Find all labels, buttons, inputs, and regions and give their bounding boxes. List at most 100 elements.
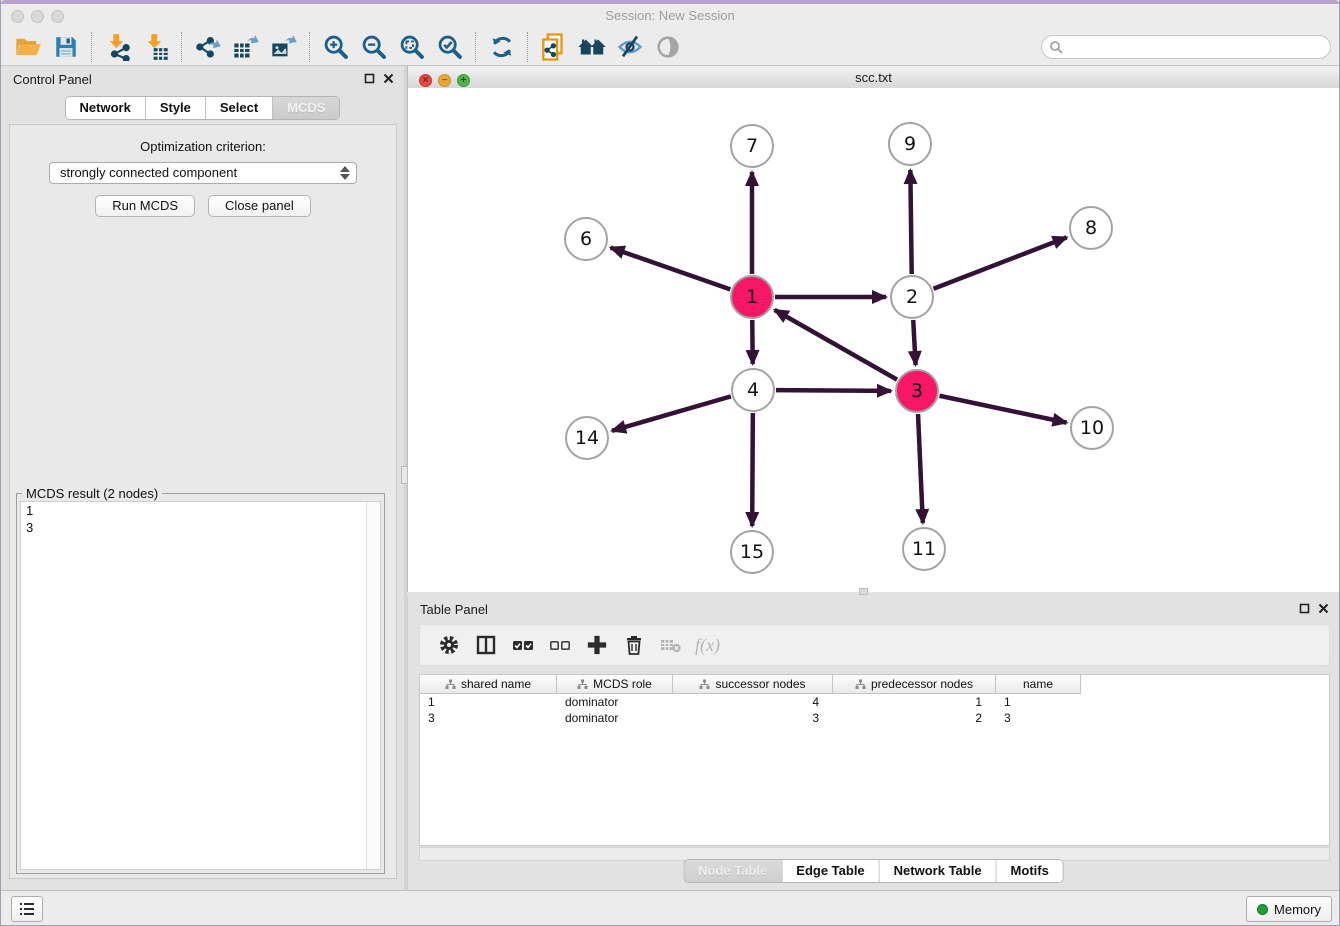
graph-node-label: 7 xyxy=(746,135,758,157)
export-image-icon[interactable] xyxy=(265,30,303,64)
criterion-dropdown[interactable]: strongly connected component xyxy=(49,162,357,184)
graph-node-10[interactable]: 10 xyxy=(1070,406,1114,450)
tab-network-table[interactable]: Network Table xyxy=(880,860,997,882)
graph-edge-4-14[interactable] xyxy=(612,396,731,430)
tab-style[interactable]: Style xyxy=(146,97,206,119)
mcds-result-item: 1 xyxy=(21,502,380,519)
column-header-successor-nodes[interactable]: successor nodes xyxy=(673,675,833,694)
search-input[interactable] xyxy=(1041,35,1331,59)
graph-edge-4-15[interactable] xyxy=(752,413,753,526)
result-scrollbar[interactable] xyxy=(366,502,380,869)
task-history-button[interactable] xyxy=(11,896,43,922)
table-cell[interactable]: 3 xyxy=(673,710,833,726)
deselect-all-icon[interactable] xyxy=(541,628,578,662)
table-row[interactable]: 1dominator411 xyxy=(420,694,1329,710)
graph-node-3[interactable]: 3 xyxy=(895,369,939,413)
graph-edge-1-6[interactable] xyxy=(611,248,731,290)
table-header: shared name MCDS role successor nodes prede… xyxy=(420,675,1329,694)
tab-network[interactable]: Network xyxy=(66,97,146,119)
table-mode-gear-icon[interactable] xyxy=(430,628,467,662)
column-header-name[interactable]: name xyxy=(996,675,1081,694)
table-panel: Table Panel xyxy=(407,596,1339,891)
close-panel-button[interactable]: Close panel xyxy=(208,195,311,217)
table-cell[interactable]: dominator xyxy=(557,710,673,726)
network-canvas[interactable]: 1 2 3 4 6 7 8 9 10 11 14 15 xyxy=(408,88,1339,592)
column-header-label: MCDS role xyxy=(593,677,652,691)
table-row[interactable]: 3dominator323 xyxy=(420,710,1329,726)
graph-node-2[interactable]: 2 xyxy=(890,275,934,319)
graph-node-label: 8 xyxy=(1085,217,1097,239)
hide-selected-icon[interactable] xyxy=(611,30,649,64)
table-cell[interactable]: dominator xyxy=(557,694,673,710)
status-bar: Memory xyxy=(1,890,1339,925)
mcds-result-list[interactable]: 13 xyxy=(20,501,381,870)
zoom-out-icon[interactable] xyxy=(355,30,393,64)
column-type-icon xyxy=(855,679,866,690)
column-header-label: shared name xyxy=(461,677,531,691)
memory-button[interactable]: Memory xyxy=(1246,896,1332,922)
graph-node-11[interactable]: 11 xyxy=(902,527,946,571)
run-mcds-button[interactable]: Run MCDS xyxy=(95,195,195,217)
graph-edge-3-10[interactable] xyxy=(940,396,1067,423)
save-session-icon[interactable] xyxy=(47,30,85,64)
graph-node-1[interactable]: 1 xyxy=(730,275,774,319)
mcds-result-group: MCDS result (2 nodes) 13 xyxy=(16,493,385,874)
import-table-icon[interactable] xyxy=(137,30,175,64)
splitter-handle[interactable] xyxy=(859,588,868,595)
graph-node-9[interactable]: 9 xyxy=(888,122,932,166)
tab-node-table[interactable]: Node Table xyxy=(684,860,782,882)
close-panel-icon[interactable] xyxy=(383,73,394,84)
toolbar-separator xyxy=(309,32,311,62)
delete-columns-icon[interactable] xyxy=(615,628,652,662)
column-header-MCDS-role[interactable]: MCDS role xyxy=(557,675,673,694)
export-network-icon[interactable] xyxy=(189,30,227,64)
graph-node-label: 9 xyxy=(904,133,916,155)
zoom-in-icon[interactable] xyxy=(317,30,355,64)
graph-edge-2-8[interactable] xyxy=(933,237,1066,288)
graph-node-6[interactable]: 6 xyxy=(564,217,608,261)
show-hidden-icon disabled[interactable] xyxy=(649,30,687,64)
graph-node-14[interactable]: 14 xyxy=(565,416,609,460)
close-table-panel-icon[interactable] xyxy=(1318,603,1329,614)
home-view-icon[interactable] xyxy=(573,30,611,64)
graph-edge-3-1[interactable] xyxy=(775,310,897,380)
delete-table-icon xyxy=(652,628,689,662)
graph-edge-2-9[interactable] xyxy=(910,170,911,274)
table-cell[interactable]: 1 xyxy=(996,694,1081,710)
graph-node-15[interactable]: 15 xyxy=(730,530,774,574)
float-panel-icon[interactable] xyxy=(364,73,375,84)
table-cell[interactable]: 3 xyxy=(420,710,557,726)
float-table-panel-icon[interactable] xyxy=(1299,603,1310,614)
import-network-icon[interactable] xyxy=(99,30,137,64)
network-title: scc.txt xyxy=(408,70,1339,85)
graph-node-7[interactable]: 7 xyxy=(730,124,774,168)
tab-select[interactable]: Select xyxy=(206,97,273,119)
new-column-icon[interactable] xyxy=(578,628,615,662)
zoom-selected-icon[interactable] xyxy=(431,30,469,64)
tab-edge-table[interactable]: Edge Table xyxy=(782,860,879,882)
copy-network-icon[interactable] xyxy=(535,30,573,64)
tab-mcds[interactable]: MCDS xyxy=(273,97,339,119)
first-neighbors-icon[interactable] xyxy=(483,30,521,64)
node-table[interactable]: shared name MCDS role successor nodes prede… xyxy=(419,674,1330,846)
column-header-label: predecessor nodes xyxy=(871,677,973,691)
zoom-fit-icon[interactable] xyxy=(393,30,431,64)
graph-edge-3-11[interactable] xyxy=(918,414,923,523)
table-cell[interactable]: 2 xyxy=(833,710,996,726)
open-session-icon[interactable] xyxy=(9,30,47,64)
graph-edge-2-3[interactable] xyxy=(913,320,915,365)
table-cell[interactable]: 4 xyxy=(673,694,833,710)
graph-node-8[interactable]: 8 xyxy=(1069,206,1113,250)
graph-node-4[interactable]: 4 xyxy=(731,368,775,412)
graph-edge-4-3[interactable] xyxy=(776,390,891,391)
column-header-shared-name[interactable]: shared name xyxy=(420,675,557,694)
export-table-icon[interactable] xyxy=(227,30,265,64)
select-all-icon[interactable] xyxy=(504,628,541,662)
tab-motifs[interactable]: Motifs xyxy=(997,860,1063,882)
table-cell[interactable]: 1 xyxy=(833,694,996,710)
search-field-wrap xyxy=(1041,35,1331,59)
table-cell[interactable]: 1 xyxy=(420,694,557,710)
column-header-predecessor-nodes[interactable]: predecessor nodes xyxy=(833,675,996,694)
toggle-columns-icon[interactable] xyxy=(467,628,504,662)
table-cell[interactable]: 3 xyxy=(996,710,1081,726)
